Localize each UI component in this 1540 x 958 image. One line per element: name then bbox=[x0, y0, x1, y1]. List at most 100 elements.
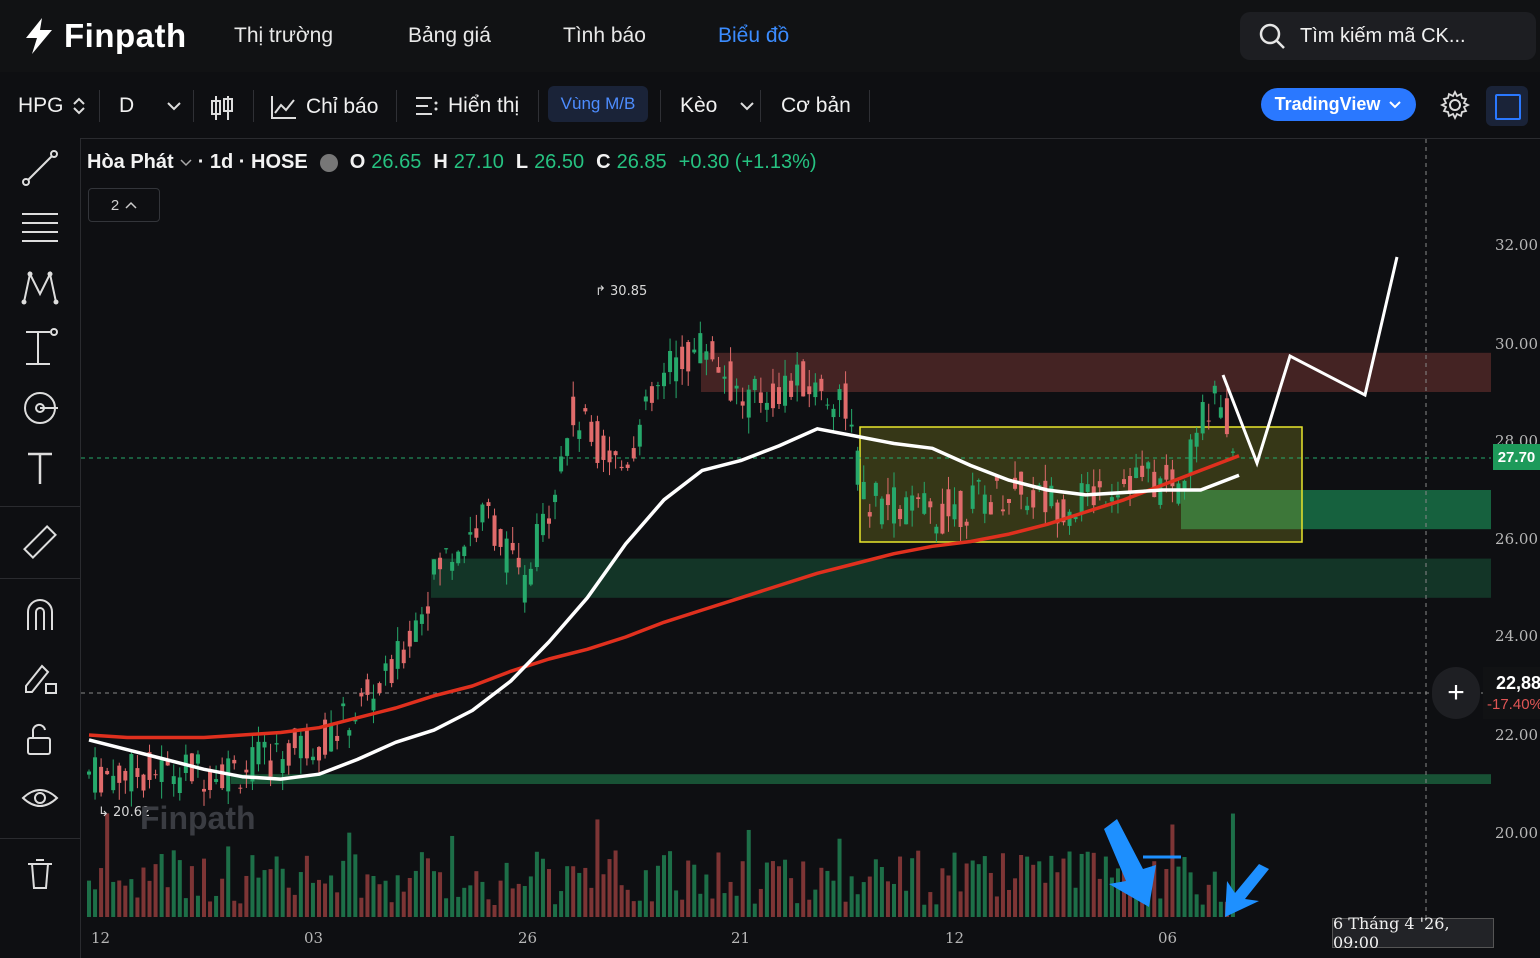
volume-bar bbox=[655, 865, 660, 917]
layout-toggle[interactable] bbox=[1486, 86, 1528, 126]
candle-body bbox=[1230, 451, 1235, 453]
divider bbox=[538, 90, 539, 122]
candle-type-button[interactable] bbox=[209, 94, 235, 122]
candle-body bbox=[177, 777, 182, 794]
candle-body bbox=[401, 649, 406, 664]
candle-body bbox=[613, 451, 618, 456]
eye-icon[interactable] bbox=[20, 778, 60, 818]
search-box[interactable]: Tìm kiếm mã CK... bbox=[1240, 12, 1536, 60]
crosshair-change: -17.40% bbox=[1487, 696, 1540, 713]
volume-bar bbox=[238, 903, 243, 917]
candle-body bbox=[310, 756, 315, 761]
symbol-selector[interactable]: HPG bbox=[18, 94, 86, 118]
basic-button[interactable]: Cơ bản bbox=[781, 94, 851, 118]
volume-bar bbox=[365, 874, 370, 917]
volume-bar bbox=[843, 901, 848, 917]
volume-bar bbox=[135, 897, 140, 917]
measure-tool-icon[interactable] bbox=[20, 328, 60, 368]
volume-bar bbox=[553, 904, 558, 917]
trendline-tool-icon[interactable] bbox=[20, 148, 60, 188]
tradingview-button[interactable]: TradingView bbox=[1261, 88, 1416, 121]
volume-bar bbox=[1049, 855, 1054, 917]
candle-body bbox=[946, 489, 951, 517]
volume-bar bbox=[1097, 878, 1102, 917]
volume-bar bbox=[335, 892, 340, 917]
candle-body bbox=[117, 765, 122, 783]
candle-body bbox=[885, 494, 890, 506]
chevron-down-icon bbox=[1389, 100, 1402, 108]
volume-bar bbox=[1182, 857, 1187, 917]
trash-icon[interactable] bbox=[20, 854, 60, 894]
candle-body bbox=[692, 349, 697, 353]
volume-bar bbox=[274, 856, 279, 917]
last-price-label: 27.70 bbox=[1493, 444, 1540, 470]
settings-gear-icon[interactable] bbox=[1440, 90, 1470, 120]
unlock-icon[interactable] bbox=[20, 720, 60, 760]
volume-bar bbox=[468, 885, 473, 917]
candle-body bbox=[135, 768, 140, 777]
pattern-tool-icon[interactable] bbox=[20, 268, 60, 308]
volume-bar bbox=[87, 880, 91, 917]
candle-body bbox=[565, 438, 570, 456]
text-tool-icon[interactable] bbox=[20, 448, 60, 488]
add-alert-plus-button[interactable]: + bbox=[1432, 667, 1480, 719]
ruler-icon[interactable] bbox=[20, 522, 60, 562]
keo-label: Kèo bbox=[680, 94, 718, 117]
candle-body bbox=[1152, 471, 1157, 498]
volume-bar bbox=[885, 881, 890, 917]
candle-body bbox=[1170, 469, 1175, 487]
display-button[interactable]: Hiển thị bbox=[414, 94, 519, 118]
time-tick: 12 bbox=[91, 929, 111, 947]
legend-collapse-button[interactable]: 2 bbox=[88, 188, 160, 222]
search-input[interactable]: Tìm kiếm mã CK... bbox=[1300, 25, 1466, 48]
volume-bar bbox=[329, 875, 334, 917]
nav-bang-gia[interactable]: Bảng giá bbox=[408, 24, 491, 48]
price-chart[interactable] bbox=[81, 139, 1540, 958]
candle-body bbox=[577, 430, 582, 439]
candle-body bbox=[807, 386, 812, 395]
circle-target-icon[interactable] bbox=[20, 388, 60, 428]
pencil-lock-icon[interactable] bbox=[20, 658, 60, 698]
candle-body bbox=[958, 490, 963, 528]
volume-bar bbox=[310, 882, 315, 917]
volume-bar bbox=[1188, 872, 1193, 917]
volume-bar bbox=[492, 904, 497, 917]
volume-bar bbox=[262, 870, 267, 917]
nav-thi-truong[interactable]: Thị trường bbox=[234, 24, 333, 48]
volume-bar bbox=[280, 868, 285, 917]
price-tick: 30.00 bbox=[1495, 335, 1538, 353]
volume-bar bbox=[117, 880, 122, 917]
price-tick: 20.00 bbox=[1495, 824, 1538, 842]
divider bbox=[660, 90, 661, 122]
time-tick: 21 bbox=[731, 929, 751, 947]
legend-l-label: L bbox=[515, 151, 529, 173]
volume-bar bbox=[1091, 852, 1096, 917]
keo-dropdown[interactable]: Kèo bbox=[680, 94, 755, 118]
volume-bar bbox=[425, 858, 430, 917]
interval-selector[interactable]: D bbox=[119, 94, 182, 118]
basic-label: Cơ bản bbox=[781, 94, 851, 117]
candle-body bbox=[195, 754, 200, 764]
finpath-logo[interactable]: Finpath bbox=[22, 14, 187, 58]
fib-lines-icon[interactable] bbox=[20, 208, 60, 248]
chevron-down-icon[interactable] bbox=[180, 158, 192, 167]
volume-bar bbox=[855, 894, 860, 917]
nav-bieu-do[interactable]: Biểu đồ bbox=[718, 24, 789, 48]
zone-buy-sell-button[interactable]: Vùng M/B bbox=[548, 86, 648, 122]
volume-bar bbox=[970, 860, 975, 917]
volume-bar bbox=[892, 883, 896, 917]
volume-bar bbox=[153, 864, 158, 917]
top-navbar: Finpath Thị trường Bảng giá Tình báo Biể… bbox=[0, 0, 1540, 73]
candle-body bbox=[698, 333, 703, 364]
chart-legend: Hòa Phát · 1d · HOSE O 26.65 H 27.10 L 26.5… bbox=[87, 151, 817, 174]
candle-body bbox=[347, 730, 352, 736]
candle-body bbox=[153, 774, 158, 776]
volume-bar bbox=[631, 901, 636, 917]
nav-tinh-bao[interactable]: Tình báo bbox=[563, 24, 646, 48]
magnet-icon[interactable] bbox=[20, 594, 60, 634]
time-tick: 12 bbox=[945, 929, 965, 947]
volume-bar bbox=[958, 891, 963, 917]
volume-bar bbox=[504, 862, 509, 917]
indicators-button[interactable]: Chỉ báo bbox=[270, 94, 378, 120]
candle-body bbox=[1134, 467, 1139, 479]
